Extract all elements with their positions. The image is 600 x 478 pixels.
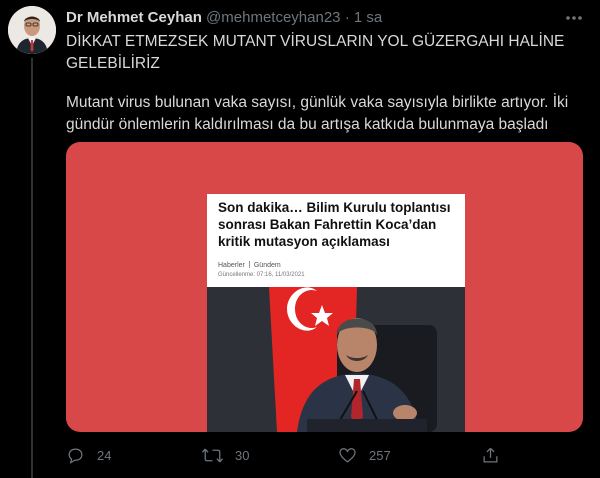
author-name[interactable]: Dr Mehmet Ceyhan [66,9,202,26]
retweet-button[interactable]: 30 [202,444,249,466]
share-icon [483,447,498,462]
separator-dot: · [344,9,350,26]
breadcrumb-item: Gündem [253,262,281,269]
share-button[interactable] [481,444,512,466]
reply-count: 24 [97,447,112,463]
like-count: 257 [369,447,391,463]
avatar[interactable] [8,6,56,54]
tweet-text-body: Mutant virus bulunan vaka sayısı, günlük… [66,94,569,133]
retweet-icon [202,448,223,462]
avatar-photo [8,6,56,54]
tweet-actions: 24 30 257 [66,444,526,466]
tweet-text-heading: DİKKAT ETMEZSEK MUTANT VİRUSLARIN YOL GÜ… [66,33,565,72]
breadcrumb-item: Haberler [218,262,245,269]
like-button[interactable]: 257 [338,444,391,466]
tweet-time[interactable]: 1 sa [354,9,382,26]
thread-line [31,58,33,478]
author-handle[interactable]: @mehmetceyhan23 [206,9,340,26]
tweet-header: Dr Mehmet Ceyhan @mehmetceyhan23 · 1 sa [66,9,560,29]
article-updated: Güncellenme: 07:16, 11/03/2021 [218,272,305,278]
article-breadcrumb: Haberler Gündem [218,261,281,269]
more-icon[interactable] [564,10,584,26]
reply-icon [68,448,83,464]
article-screenshot: Son dakika… Bilim Kurulu toplantısı sonr… [207,194,465,432]
article-headline: Son dakika… Bilim Kurulu toplantısı sonr… [218,200,451,249]
article-photo [207,287,465,432]
heart-icon [339,447,356,463]
retweet-count: 30 [235,447,250,463]
reply-button[interactable]: 24 [66,444,111,466]
media-card[interactable]: Son dakika… Bilim Kurulu toplantısı sonr… [66,142,583,432]
